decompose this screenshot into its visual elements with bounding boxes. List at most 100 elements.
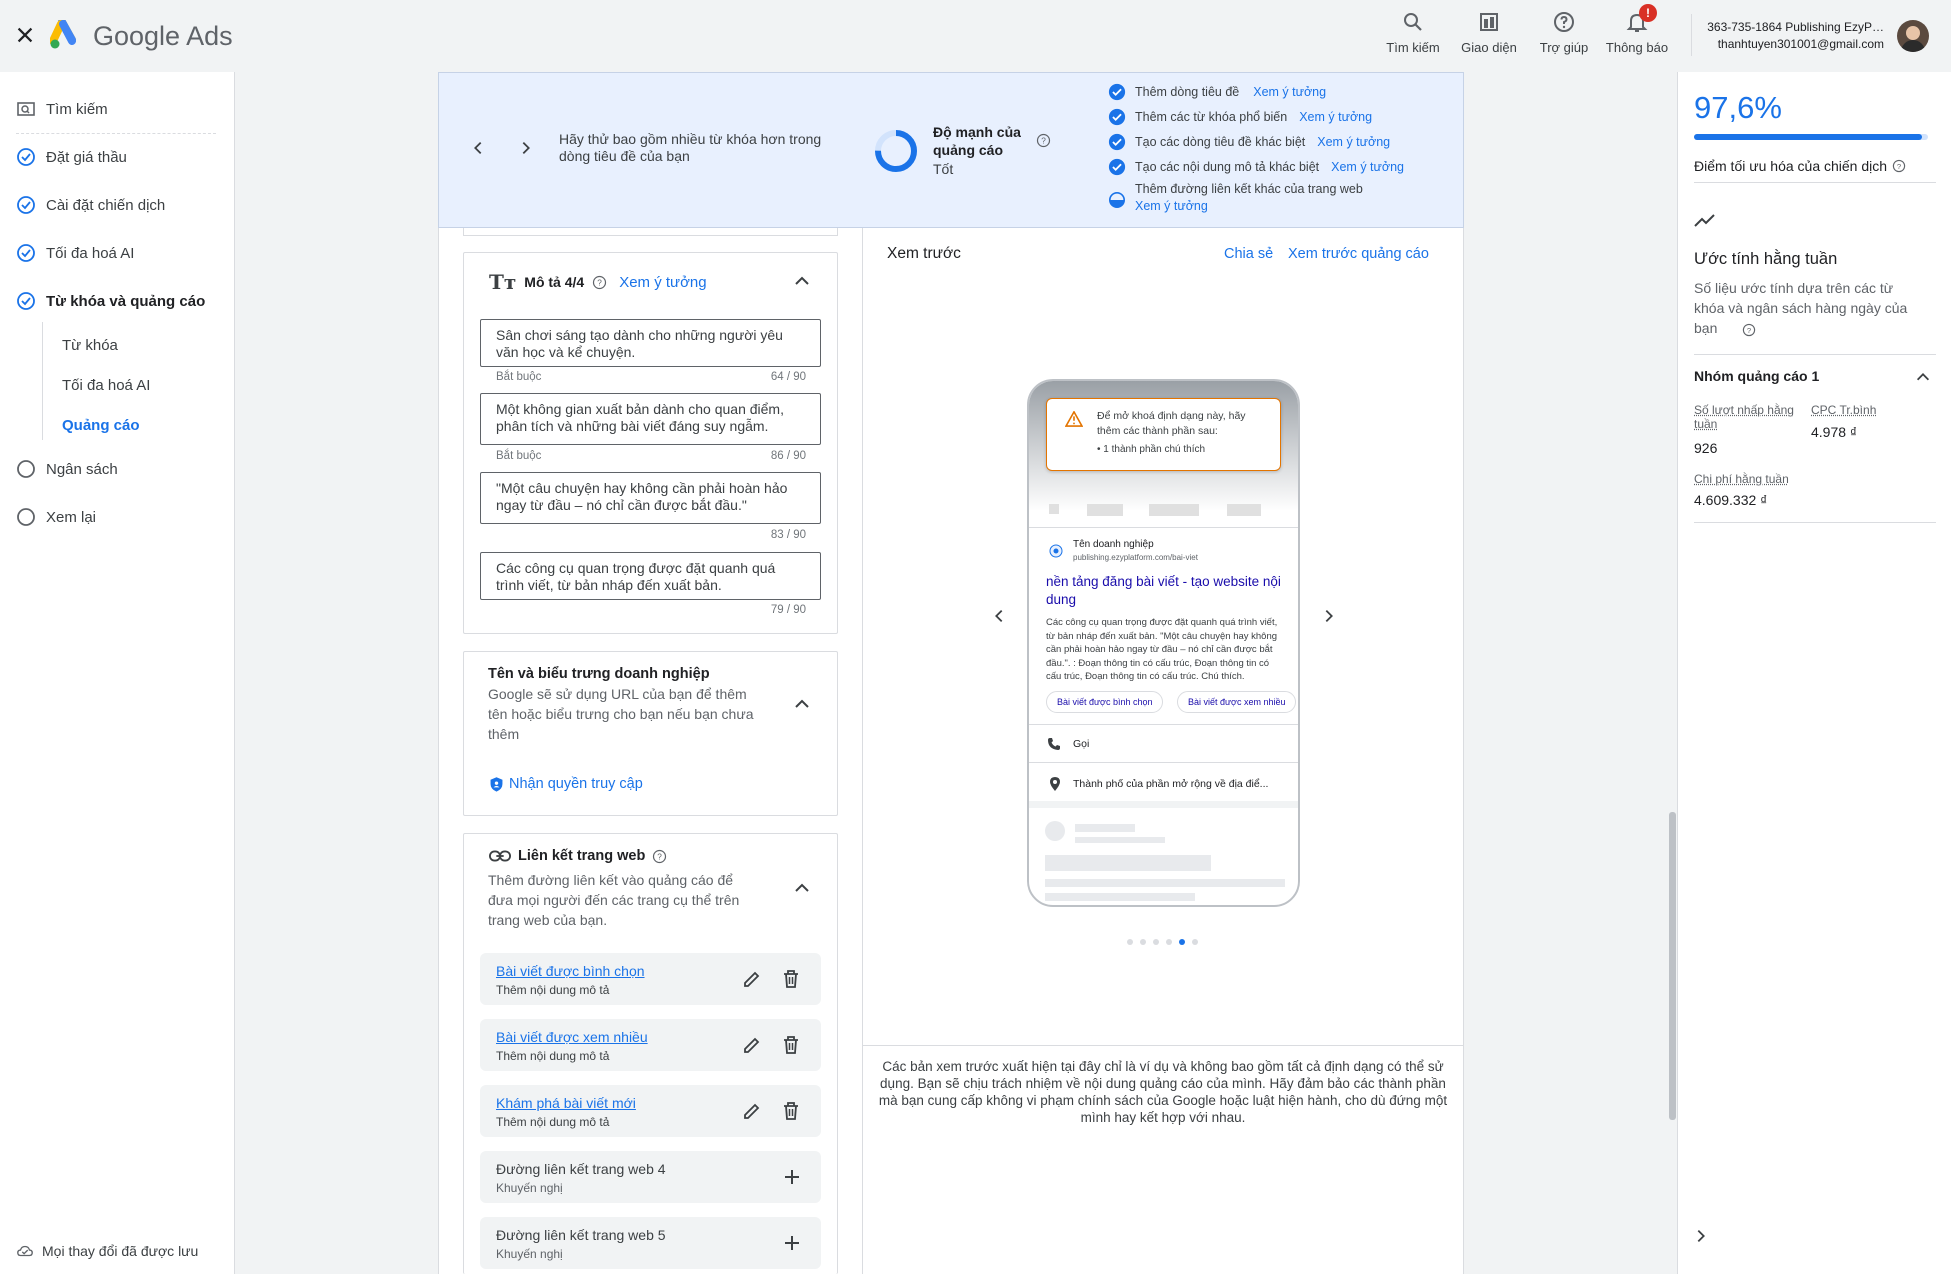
ad-strength-help-icon[interactable]: ? [1036,133,1051,148]
nav-item-review[interactable]: Xem lại [16,504,96,530]
nav-item-keywords-ads[interactable]: Từ khóa và quảng cáo [16,288,205,314]
link-icon [489,850,511,862]
nav-item-ai-max[interactable]: Tối đa hoá AI [16,240,134,266]
descriptions-idea-link[interactable]: Xem ý tưởng [619,274,706,291]
preview-next-button[interactable] [1320,607,1338,625]
descriptions-title: Mô tả 4/4 [524,274,585,290]
svg-text:?: ? [1041,137,1046,146]
char-count: 64 / 90 [770,371,806,383]
account-info[interactable]: 363-735-1864 Publishing EzyP… thanhtuyen… [1704,20,1884,51]
sitelink-title[interactable]: Bài viết được bình chọn [496,963,645,979]
location-label[interactable]: Thành phố của phần mở rộng về địa điể... [1073,778,1268,790]
add-icon[interactable] [782,1233,802,1253]
preview-divider [862,1045,1464,1046]
search-button-label: Tìm kiếm [1386,40,1440,55]
appearance-button-label: Giao diện [1461,40,1517,55]
chevron-right-icon[interactable] [1692,1227,1710,1245]
sitelink-row[interactable]: Bài viết được xem nhiều Thêm nội dung mô… [480,1019,821,1071]
required-label: Bắt buộc [496,450,542,462]
idea-link[interactable]: Xem ý tưởng [1135,199,1363,213]
sitelink-title[interactable]: Khám phá bài viết mới [496,1095,636,1111]
idea-link[interactable]: Xem ý tưởng [1317,135,1390,149]
nav-subitem-keywords[interactable]: Từ khóa [62,337,118,354]
chevron-up-icon[interactable] [1914,368,1932,386]
checklist-item: Tạo các dòng tiêu đề khác biệt Xem ý tưở… [1108,132,1390,152]
description-meta: Bắt buộc 86 / 90 [496,450,806,462]
sitelink-row[interactable]: Bài viết được bình chọn Thêm nội dung mô… [480,953,821,1005]
sitelink-chip[interactable]: Bài viết được xem nhiều [1177,691,1297,713]
description-input-3[interactable]: "Một câu chuyện hay không cần phải hoàn … [480,472,821,524]
preview-ad-button[interactable]: Xem trước quảng cáo [1288,246,1429,262]
ad-headline[interactable]: nền tảng đăng bài viết - tạo website nội… [1046,573,1286,609]
sitelink-chip[interactable]: Bài viết được bình chọn [1046,691,1164,713]
nav-subitem-ai-max[interactable]: Tối đa hoá AI [62,377,150,394]
check-circle-filled-icon [1108,158,1126,176]
help-icon[interactable]: ? [1742,323,1756,337]
edit-icon[interactable] [742,969,762,989]
nav-item-bidding[interactable]: Đặt giá thầu [16,144,127,170]
nav-item-label: Từ khóa và quảng cáo [46,292,206,310]
svg-text:?: ? [1747,326,1751,335]
save-status: Mọi thay đổi đã được lưu [16,1242,198,1260]
collapse-business-button[interactable] [792,694,812,714]
close-icon[interactable] [14,24,36,46]
add-icon[interactable] [782,1167,802,1187]
location-pin-icon [1050,777,1060,791]
carousel-dot[interactable] [1127,939,1133,945]
idea-link[interactable]: Xem ý tưởng [1331,160,1404,174]
next-tip-button[interactable] [517,139,535,157]
idea-link[interactable]: Xem ý tưởng [1299,110,1372,124]
delete-icon[interactable] [782,969,800,989]
nav-search[interactable]: Tìm kiếm [16,96,108,122]
help-icon[interactable]: ? [592,275,607,290]
chevron-up-icon [795,276,809,285]
collapse-sitelinks-button[interactable] [792,878,812,898]
help-icon[interactable]: ? [652,849,667,864]
collapse-descriptions-button[interactable] [792,271,812,291]
scrollbar-thumb[interactable] [1669,812,1676,1120]
sitelink-title[interactable]: Bài viết được xem nhiều [496,1029,648,1045]
sitelink-row-empty[interactable]: Đường liên kết trang web 4 Khuyến nghị [480,1151,821,1203]
idea-link[interactable]: Xem ý tưởng [1253,85,1326,99]
carousel-dot[interactable] [1153,939,1159,945]
sitelink-row-empty[interactable]: Đường liên kết trang web 5 Khuyến nghị [480,1217,821,1269]
skeleton-block [1049,504,1059,514]
carousel-dot[interactable] [1166,939,1172,945]
right-summary-panel: 97,6% Điểm tối ưu hóa của chiến dịch ? Ư… [1677,72,1951,1274]
get-access-link[interactable]: Nhận quyền truy cập [488,775,643,793]
notifications-button[interactable]: ! Thông báo [1592,4,1682,55]
descriptions-header: Tт Mô tả 4/4 ? Xem ý tưởng [489,270,707,294]
share-button[interactable]: Chia sẻ [1224,246,1273,262]
chevron-up-icon [795,883,809,892]
previous-card-bottom [463,228,838,236]
char-count: 83 / 90 [770,529,806,541]
delete-icon[interactable] [782,1035,800,1055]
nav-item-budget[interactable]: Ngân sách [16,456,118,482]
carousel-dot[interactable] [1140,939,1146,945]
nav-item-campaign-settings[interactable]: Cài đặt chiến dịch [16,192,165,218]
carousel-dot-active[interactable] [1179,939,1185,945]
business-desc: Google sẽ sử dụng URL của bạn để thêm tê… [488,686,754,742]
svg-text:?: ? [658,852,663,861]
edit-icon[interactable] [742,1101,762,1121]
call-label[interactable]: Gọi [1073,738,1089,750]
nav-divider [16,133,216,134]
edit-icon[interactable] [742,1035,762,1055]
description-input-2[interactable]: Một không gian xuất bản dành cho quan đi… [480,393,821,445]
prev-tip-button[interactable] [469,139,487,157]
description-input-1[interactable]: Sân chơi sáng tạo dành cho những người y… [480,319,821,367]
help-icon[interactable]: ? [1892,159,1906,173]
shield-icon [490,777,503,792]
skeleton-block [1227,504,1261,516]
delete-icon[interactable] [782,1101,800,1121]
description-input-4[interactable]: Các công cụ quan trọng được đặt quanh qu… [480,552,821,600]
avatar[interactable] [1897,20,1929,52]
checklist-label: Tạo các dòng tiêu đề khác biệt [1135,135,1306,149]
sitelink-row[interactable]: Khám phá bài viết mới Thêm nội dung mô t… [480,1085,821,1137]
business-url: publishing.ezyplatform.com/bai-viet [1073,553,1198,562]
carousel-dot[interactable] [1192,939,1198,945]
nav-tree-line [42,322,43,440]
preview-prev-button[interactable] [990,607,1008,625]
nav-subitem-ads[interactable]: Quảng cáo [62,417,140,434]
save-status-label: Mọi thay đổi đã được lưu [42,1243,199,1259]
